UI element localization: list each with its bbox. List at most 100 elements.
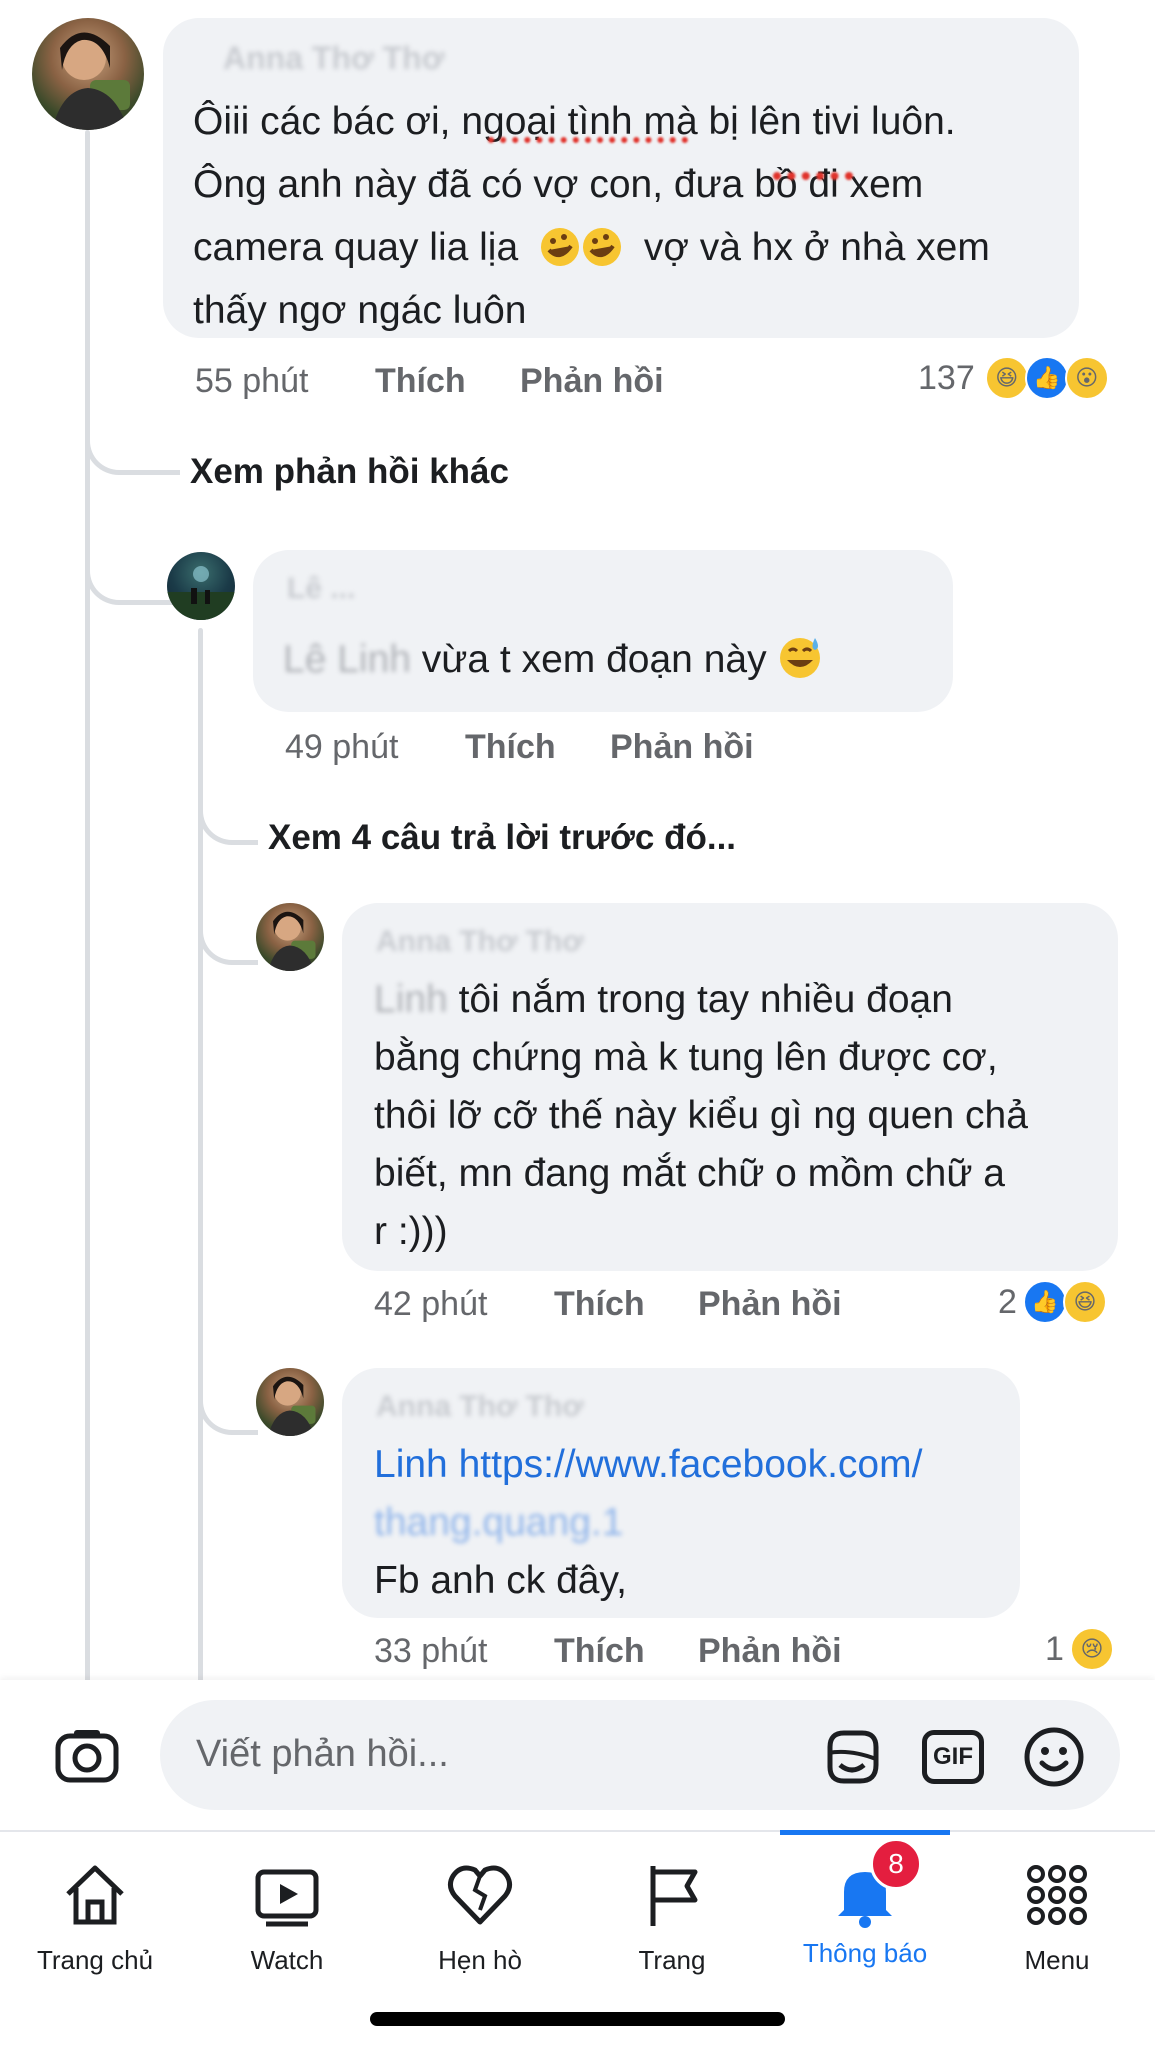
gif-icon[interactable]: GIF (922, 1730, 984, 1784)
comment-time: 42 phút (374, 1285, 488, 1323)
reaction-summary[interactable]: 2 👍 😆 (998, 1280, 1107, 1324)
camera-icon[interactable] (52, 1720, 122, 1790)
comment-line: Linh https://www.facebook.com/ (374, 1436, 1014, 1494)
gif-label: GIF (933, 1743, 973, 1770)
emoji-icon[interactable] (1022, 1725, 1086, 1789)
rofl-emoji-icon (539, 224, 581, 266)
comment-bubble[interactable]: Anna Thơ Thơ Ôiii các bác ơi, ngoại tình… (163, 18, 1079, 338)
comment-line: camera quay lia lịa vợ và hx ở nhà xem (193, 216, 1073, 279)
flag-icon (597, 1860, 747, 1937)
reply-button[interactable]: Phản hồi (698, 1285, 842, 1324)
comment-line: thấy ngơ ngác luôn (193, 289, 527, 332)
bell-icon: 8 (830, 1838, 922, 1930)
nav-home[interactable]: Trang chủ (20, 1860, 170, 1976)
comment-line: Ông anh này đã có vợ con, đưa bồ đi xem (193, 163, 924, 206)
like-button[interactable]: Thích (554, 1632, 645, 1671)
comment-line: Fb anh ck đây, (374, 1559, 627, 1602)
nav-menu[interactable]: Menu (982, 1860, 1132, 1976)
comment-bubble[interactable]: Lê ... Lê Linh vừa t xem đoạn này (253, 550, 953, 712)
thread-curve (198, 1350, 258, 1435)
comment-author[interactable]: Anna Thơ Thơ (376, 925, 584, 959)
sticker-icon[interactable] (820, 1725, 884, 1789)
comment-time: 49 phút (285, 728, 399, 766)
nav-notifications[interactable]: 8 Thông báo (790, 1838, 940, 1969)
thread-curve (85, 380, 180, 475)
mention-tag[interactable]: Lê Linh (283, 638, 411, 681)
comment-text: Linh tôi nắm trong tay nhiều đoạn bằng c… (374, 971, 1114, 1261)
thread-line-main (85, 130, 90, 1690)
nav-watch[interactable]: Watch (212, 1860, 362, 1976)
watch-icon (212, 1860, 362, 1937)
comment-bubble[interactable]: Anna Thơ Thơ Linh tôi nắm trong tay nhiề… (342, 903, 1118, 1271)
like-reaction-icon: 👍 (1024, 356, 1069, 400)
reply-input-placeholder: Viết phản hồi... (196, 1733, 449, 1775)
thread-curve (198, 880, 258, 965)
reply-button[interactable]: Phản hồi (520, 362, 664, 401)
comment-line-text: vợ và hx ở nhà xem (643, 226, 990, 269)
comment-bubble[interactable]: Anna Thơ Thơ Linh https://www.facebook.c… (342, 1368, 1020, 1618)
comment-line: Ôiii các bác ơi, ngoại tình mà bị lên ti… (193, 90, 1073, 153)
reply-input[interactable]: Viết phản hồi... GIF (160, 1700, 1120, 1810)
nav-pages[interactable]: Trang (597, 1860, 747, 1976)
reaction-summary[interactable]: 1 😢 (1045, 1627, 1114, 1671)
avatar[interactable] (256, 903, 324, 971)
home-indicator[interactable] (370, 2012, 785, 2026)
reaction-count: 137 (918, 358, 975, 397)
comment-line: Linh tôi nắm trong tay nhiều đoạn (374, 971, 1114, 1029)
comment-text: Linh https://www.facebook.com/ thang.qua… (374, 1436, 1014, 1610)
notification-badge: 8 (870, 1838, 922, 1890)
reaction-count: 2 (998, 1282, 1017, 1321)
sweat-smile-emoji-icon (777, 634, 823, 680)
thread-curve (85, 510, 180, 605)
reply-button[interactable]: Phản hồi (610, 728, 754, 767)
comment-time: 55 phút (195, 362, 309, 400)
reaction-summary[interactable]: 137 😆 👍 😮 (918, 356, 1109, 400)
nav-notifications-label: Thông báo (802, 1938, 928, 1968)
home-icon (20, 1860, 170, 1937)
comment-line: thang.quang.1 (374, 1494, 1014, 1552)
nav-watch-label: Watch (250, 1945, 324, 1975)
wow-reaction-icon: 😮 (1064, 356, 1109, 400)
thread-curve (198, 770, 258, 845)
grid-menu-icon (982, 1860, 1132, 1937)
like-button[interactable]: Thích (554, 1285, 645, 1324)
like-button[interactable]: Thích (465, 728, 556, 767)
comment-line-text: camera quay lia lịa (193, 226, 519, 269)
heart-icon (405, 1860, 555, 1937)
rofl-emoji-icon (581, 224, 623, 266)
like-reaction-icon: 👍 (1022, 1280, 1067, 1324)
nav-menu-label: Menu (1024, 1945, 1090, 1975)
nav-home-label: Trang chủ (36, 1945, 154, 1975)
previous-replies-link[interactable]: Xem 4 câu trả lời trước đó... (268, 818, 736, 858)
comment-line: r :))) (374, 1210, 448, 1253)
censor-mark (773, 158, 853, 180)
comment-author[interactable]: Anna Thơ Thơ (376, 1390, 584, 1424)
composer-bar: Viết phản hồi... GIF (0, 1680, 1155, 1830)
avatar[interactable] (167, 552, 235, 620)
haha-reaction-icon: 😆 (1062, 1280, 1107, 1324)
nav-dating-label: Hẹn hò (438, 1945, 522, 1975)
comment-author[interactable]: Anna Thơ Thơ (223, 40, 444, 77)
nav-dating[interactable]: Hẹn hò (405, 1860, 555, 1976)
reply-button[interactable]: Phản hồi (698, 1632, 842, 1671)
reaction-count: 1 (1045, 1629, 1064, 1668)
more-replies-link[interactable]: Xem phản hồi khác (190, 452, 509, 492)
avatar[interactable] (256, 1368, 324, 1436)
haha-reaction-icon: 😆 (984, 356, 1029, 400)
like-button[interactable]: Thích (375, 362, 466, 401)
comment-line-text: vừa t xem đoạn này (421, 638, 767, 681)
link-continuation[interactable]: thang.quang.1 (374, 1501, 623, 1544)
comment-line: biết, mn đang mắt chữ o mồm chữ a (374, 1152, 1005, 1195)
link[interactable]: https://www.facebook.com/ (459, 1443, 923, 1486)
sad-reaction-icon: 😢 (1069, 1627, 1114, 1671)
avatar[interactable] (32, 18, 144, 130)
comment-text: Lê Linh vừa t xem đoạn này (283, 628, 823, 691)
comment-line-text: tôi nắm trong tay nhiều đoạn (458, 978, 953, 1021)
comment-time: 33 phút (374, 1632, 488, 1670)
mention-tag[interactable]: Linh (374, 978, 448, 1021)
comment-line: bằng chứng mà k tung lên được cơ, (374, 1036, 998, 1079)
active-tab-indicator (780, 1830, 950, 1835)
mention-tag[interactable]: Linh (374, 1443, 448, 1486)
comment-author[interactable]: Lê ... (287, 572, 355, 606)
censor-mark (488, 123, 688, 143)
